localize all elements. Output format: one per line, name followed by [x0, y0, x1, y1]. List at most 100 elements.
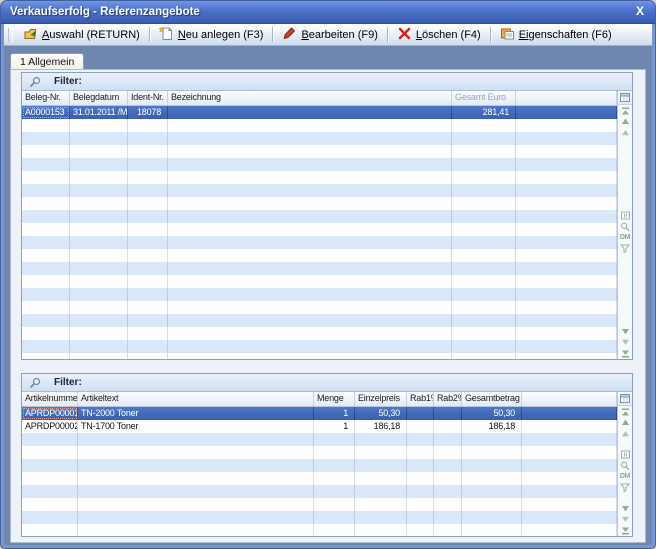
table-row[interactable] — [22, 340, 617, 353]
column-header[interactable]: Rab1% — [407, 392, 434, 406]
column-header[interactable]: Artikelnummer — [22, 392, 78, 406]
items-filter-bar[interactable]: Filter: — [22, 374, 632, 392]
cell[interactable] — [168, 119, 452, 132]
cell[interactable] — [168, 210, 452, 223]
cell[interactable]: 18078 — [128, 106, 168, 119]
cell[interactable] — [516, 262, 617, 275]
column-header[interactable]: Rab2% — [434, 392, 462, 406]
cell[interactable] — [434, 407, 462, 420]
cell[interactable] — [462, 524, 522, 536]
cell[interactable] — [70, 171, 128, 184]
cell[interactable] — [70, 236, 128, 249]
search-icon[interactable] — [619, 460, 631, 471]
cell[interactable] — [70, 145, 128, 158]
cell[interactable]: A0000153 — [22, 106, 70, 119]
cell[interactable] — [516, 210, 617, 223]
table-row[interactable] — [22, 275, 617, 288]
cell[interactable] — [522, 524, 617, 536]
cell[interactable] — [452, 301, 516, 314]
cell[interactable] — [452, 132, 516, 145]
cell[interactable] — [462, 511, 522, 524]
select-button[interactable]: Auswahl (RETURN) — [17, 25, 146, 45]
cell[interactable] — [516, 236, 617, 249]
filter-funnel-icon[interactable] — [619, 482, 631, 493]
cell[interactable] — [78, 485, 314, 498]
cell[interactable] — [78, 524, 314, 536]
cell[interactable] — [70, 353, 128, 359]
cell[interactable] — [168, 327, 452, 340]
close-button[interactable]: X — [636, 1, 644, 22]
cell[interactable] — [314, 459, 355, 472]
cell[interactable] — [128, 132, 168, 145]
table-row[interactable] — [22, 158, 617, 171]
cell[interactable] — [314, 485, 355, 498]
table-row[interactable]: A000015331.01.2011 /Mo18078281,41 — [22, 106, 617, 119]
cell[interactable] — [78, 433, 314, 446]
cell[interactable] — [128, 197, 168, 210]
cell[interactable]: APRDP00001 — [22, 407, 78, 420]
cell[interactable] — [168, 184, 452, 197]
last-row-icon[interactable] — [619, 525, 631, 536]
cell[interactable] — [407, 459, 434, 472]
table-row[interactable] — [22, 314, 617, 327]
cell[interactable] — [78, 472, 314, 485]
cell[interactable] — [522, 511, 617, 524]
cell[interactable] — [407, 498, 434, 511]
cell[interactable] — [462, 485, 522, 498]
cell[interactable] — [314, 446, 355, 459]
cell[interactable] — [128, 210, 168, 223]
cell[interactable] — [128, 262, 168, 275]
cell[interactable] — [70, 288, 128, 301]
cell[interactable] — [516, 106, 617, 119]
table-row[interactable] — [22, 288, 617, 301]
cell[interactable] — [434, 485, 462, 498]
row-down-icon[interactable] — [619, 326, 631, 337]
cell[interactable] — [462, 433, 522, 446]
cell[interactable] — [452, 197, 516, 210]
cell[interactable] — [516, 145, 617, 158]
cell[interactable] — [407, 420, 434, 433]
cell[interactable] — [314, 498, 355, 511]
cell[interactable] — [70, 223, 128, 236]
column-header[interactable]: Gesamt Euro — [452, 91, 516, 105]
cell[interactable] — [452, 171, 516, 184]
cell[interactable] — [516, 288, 617, 301]
column-picker-icon[interactable] — [618, 91, 632, 105]
table-row[interactable] — [22, 210, 617, 223]
cell[interactable]: 50,30 — [462, 407, 522, 420]
cell[interactable]: 50,30 — [355, 407, 407, 420]
cell[interactable] — [434, 524, 462, 536]
cell[interactable] — [452, 340, 516, 353]
row-counter-icon[interactable] — [619, 210, 631, 221]
cell[interactable] — [516, 223, 617, 236]
page-up-icon[interactable] — [619, 428, 631, 439]
cell[interactable] — [168, 145, 452, 158]
table-row[interactable] — [22, 223, 617, 236]
tab-allgemein[interactable]: 1 Allgemein — [10, 53, 84, 70]
cell[interactable] — [70, 275, 128, 288]
column-header[interactable]: Einzelpreis — [355, 392, 407, 406]
cell[interactable] — [434, 446, 462, 459]
cell[interactable] — [22, 197, 70, 210]
cell[interactable] — [516, 275, 617, 288]
cell[interactable] — [128, 327, 168, 340]
cell[interactable] — [462, 459, 522, 472]
cell[interactable] — [168, 314, 452, 327]
cell[interactable] — [314, 524, 355, 536]
table-row[interactable] — [22, 433, 617, 446]
cell[interactable] — [434, 472, 462, 485]
cell[interactable] — [168, 249, 452, 262]
cell[interactable]: APRDP00002 — [22, 420, 78, 433]
table-row[interactable] — [22, 353, 617, 359]
column-header[interactable] — [522, 392, 617, 406]
cell[interactable] — [516, 353, 617, 359]
cell[interactable] — [452, 288, 516, 301]
cell[interactable] — [22, 236, 70, 249]
column-header[interactable] — [516, 91, 617, 105]
table-row[interactable] — [22, 249, 617, 262]
cell[interactable] — [168, 288, 452, 301]
column-header[interactable]: Beleg-Nr. — [22, 91, 70, 105]
cell[interactable] — [70, 262, 128, 275]
cell[interactable] — [128, 314, 168, 327]
cell[interactable] — [78, 446, 314, 459]
